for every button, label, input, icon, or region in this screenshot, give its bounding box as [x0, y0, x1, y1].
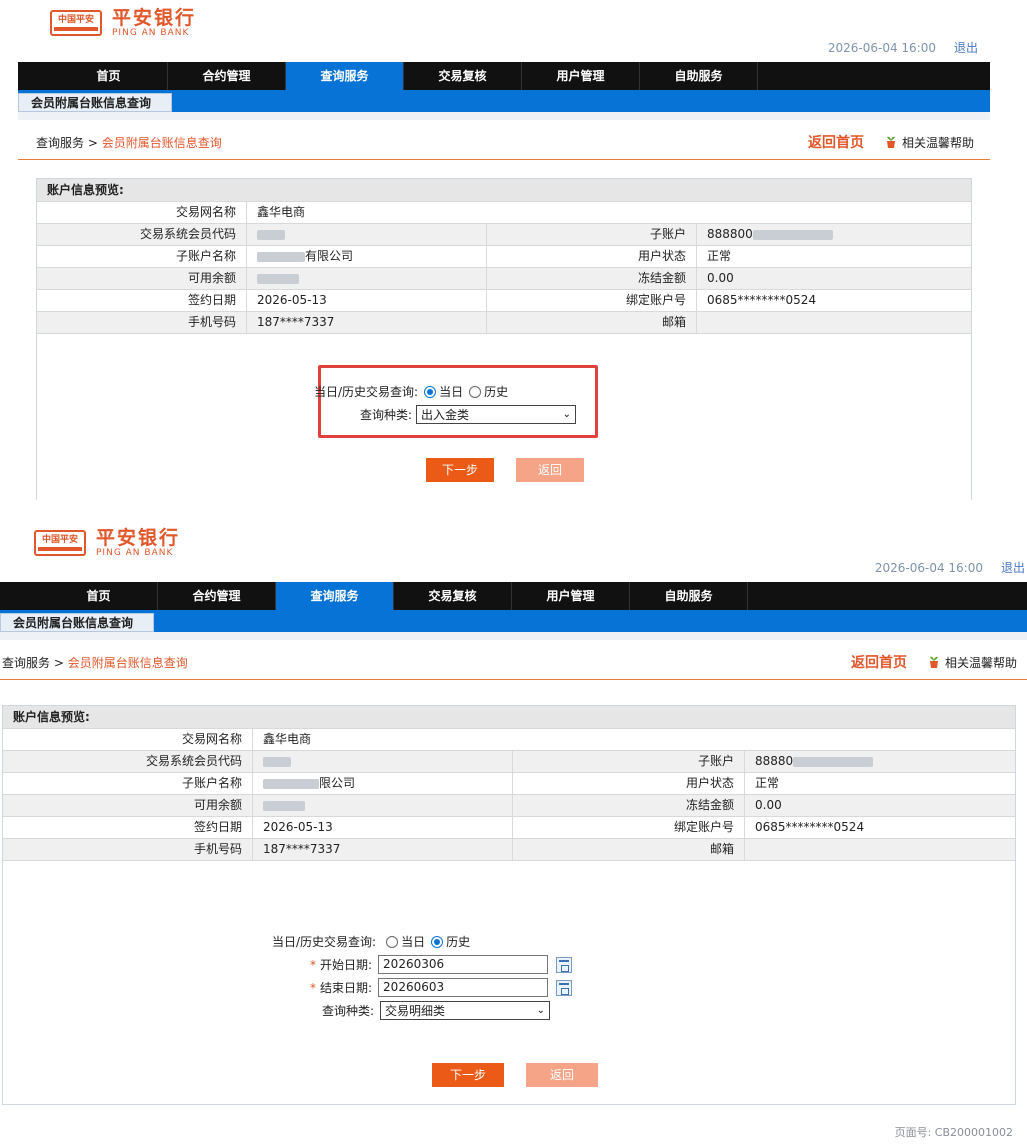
nav-home[interactable]: 首页	[40, 582, 158, 610]
screenshot-current-day: 中国平安 平安银行 PING AN BANK 2026-06-04 16:00 退出…	[18, 0, 990, 500]
breadcrumb-current: 会员附属台账信息查询	[101, 136, 222, 150]
tab-member-ledger[interactable]: 会员附属台账信息查询	[18, 93, 173, 112]
query-kind-select[interactable]: 出入金类 ⌄	[416, 405, 577, 424]
query-kind-select[interactable]: 交易明细类 ⌄	[380, 1001, 551, 1020]
redacted-member-code	[257, 229, 285, 240]
chevron-down-icon: ⌄	[536, 1005, 546, 1016]
brand-name-cn: 平安银行	[112, 7, 197, 29]
nav-users[interactable]: 用户管理	[512, 582, 630, 610]
start-date-input[interactable]: 20260306	[378, 955, 549, 974]
header-datetime: 2026-06-04 16:00	[874, 561, 983, 575]
nav-review[interactable]: 交易复核	[404, 62, 522, 90]
nav-contract[interactable]: 合约管理	[158, 582, 276, 610]
nav-query[interactable]: 查询服务	[276, 582, 394, 610]
bind-account-value: 0685********0524	[707, 293, 817, 307]
tab-member-ledger[interactable]: 会员附属台账信息查询	[0, 613, 155, 632]
breadcrumb-bar: 查询服务 > 会员附属台账信息查询 返回首页 相关温馨帮助	[18, 120, 990, 160]
page-number: 页面号: CB200001002	[894, 1126, 1013, 1139]
back-button[interactable]: 返回	[526, 1063, 598, 1087]
help-link[interactable]: 相关温馨帮助	[927, 654, 1017, 671]
nav-query[interactable]: 查询服务	[286, 62, 404, 90]
chevron-down-icon: ⌄	[562, 409, 572, 420]
ping-an-badge: 中国平安	[34, 530, 86, 556]
query-kind-label: 查询种类:	[322, 1004, 375, 1018]
brand-name-cn: 平安银行	[96, 527, 181, 549]
account-panel-title: 账户信息预览:	[3, 706, 1015, 728]
radio-history[interactable]	[469, 385, 482, 398]
next-button[interactable]: 下一步	[432, 1063, 504, 1087]
nav-contract[interactable]: 合约管理	[168, 62, 286, 90]
highlight-box	[318, 365, 598, 438]
screenshot-history: 中国平安 平安银行 PING AN BANK 2026-06-04 16:00 退出…	[0, 520, 1027, 1146]
calendar-icon[interactable]	[556, 979, 573, 996]
breadcrumb-bar: 查询服务 > 会员附属台账信息查询 返回首页 相关温馨帮助	[0, 640, 1027, 680]
radio-today[interactable]	[386, 935, 399, 948]
calendar-icon[interactable]	[556, 956, 573, 973]
query-type-label: 当日/历史交易查询:	[272, 935, 377, 949]
return-home-link[interactable]: 返回首页	[808, 132, 864, 152]
end-date-input[interactable]: 20260603	[378, 978, 549, 997]
breadcrumb-root[interactable]: 查询服务	[36, 136, 84, 150]
nav-self-service[interactable]: 自助服务	[640, 62, 758, 90]
back-button[interactable]: 返回	[516, 458, 584, 482]
query-type-label: 当日/历史交易查询:	[314, 385, 419, 399]
nav-users[interactable]: 用户管理	[522, 62, 640, 90]
nav-review[interactable]: 交易复核	[394, 582, 512, 610]
account-panel-title: 账户信息预览:	[37, 179, 971, 201]
query-kind-label: 查询种类:	[360, 408, 413, 422]
end-date-label: 结束日期:	[320, 981, 373, 995]
email-value	[697, 312, 707, 333]
brand-name-en: PING AN BANK	[96, 548, 174, 558]
frozen-amount-value: 0.00	[707, 271, 734, 285]
radio-history[interactable]	[431, 935, 444, 948]
bank-logo: 中国平安 平安银行 PING AN BANK	[34, 528, 180, 558]
ping-an-badge: 中国平安	[50, 10, 102, 36]
return-home-link[interactable]: 返回首页	[851, 652, 907, 672]
sub-name-value: 有限公司	[305, 249, 354, 263]
sign-date-value: 2026-05-13	[247, 290, 487, 311]
bank-logo: 中国平安 平安银行 PING AN BANK	[50, 8, 196, 38]
logout-link[interactable]: 退出	[954, 41, 978, 55]
breadcrumb-root[interactable]: 查询服务	[2, 656, 50, 670]
nav-home[interactable]: 首页	[50, 62, 168, 90]
next-button[interactable]: 下一步	[426, 458, 494, 482]
radio-today[interactable]	[424, 385, 437, 398]
pot-plant-icon	[929, 656, 938, 668]
phone-value: 187****7337	[247, 312, 487, 333]
sub-account-value: 888800	[707, 227, 753, 241]
header-datetime: 2026-06-04 16:00	[827, 41, 936, 55]
main-nav: 首页 合约管理 查询服务 交易复核 用户管理 自助服务	[18, 62, 990, 90]
account-panel: 账户信息预览: 交易网名称 鑫华电商 交易系统会员代码 子账户 888800 子账户名…	[36, 178, 972, 500]
nav-self-service[interactable]: 自助服务	[630, 582, 748, 610]
user-status-value: 正常	[707, 249, 732, 263]
logout-link[interactable]: 退出	[1001, 561, 1025, 575]
breadcrumb: 查询服务 > 会员附属台账信息查询	[36, 136, 222, 150]
main-nav: 首页 合约管理 查询服务 交易复核 用户管理 自助服务	[0, 582, 1027, 610]
start-date-label: 开始日期:	[320, 958, 373, 972]
header: 中国平安 平安银行 PING AN BANK 2026-06-04 16:00 退出	[18, 0, 990, 62]
redacted-balance	[257, 273, 299, 284]
help-link[interactable]: 相关温馨帮助	[884, 134, 974, 151]
pot-plant-icon	[886, 136, 895, 148]
header: 中国平安 平安银行 PING AN BANK 2026-06-04 16:00 退出	[0, 520, 1027, 582]
account-panel: 账户信息预览: 交易网名称 鑫华电商 交易系统会员代码 子账户 88880 子账户名称…	[2, 705, 1016, 1105]
brand-name-en: PING AN BANK	[112, 28, 190, 38]
net-name-value: 鑫华电商	[257, 205, 306, 219]
breadcrumb-current: 会员附属台账信息查询	[67, 656, 188, 670]
